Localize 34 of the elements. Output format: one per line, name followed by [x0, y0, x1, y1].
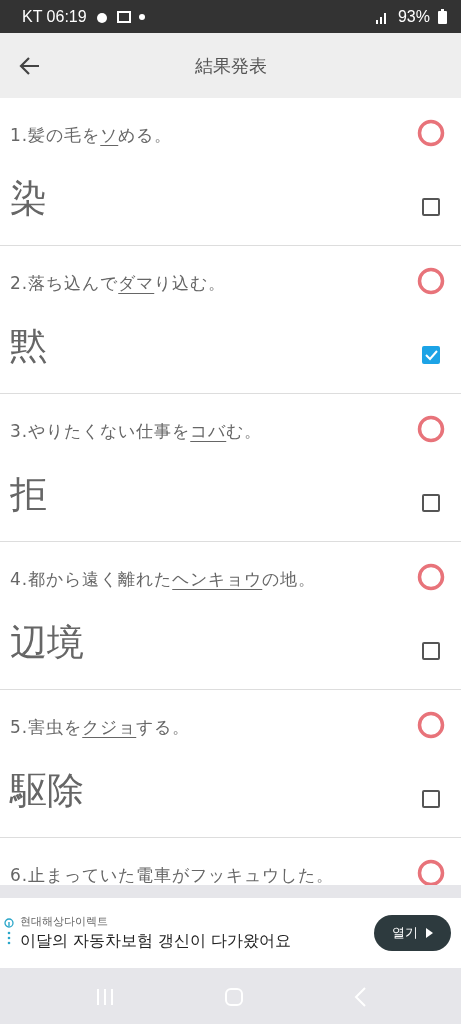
circle-mark-icon	[417, 415, 445, 443]
circle-mark-icon	[417, 859, 445, 885]
answer-text: 拒	[10, 472, 48, 518]
battery-icon	[438, 9, 447, 24]
open-button[interactable]: 열기	[374, 915, 451, 951]
checkbox[interactable]	[422, 642, 440, 660]
checkbox[interactable]	[422, 346, 440, 364]
circle-mark-icon	[417, 711, 445, 739]
play-triangle-icon	[426, 928, 433, 938]
question-text: 4.都から遠く離れたヘンキョウの地。	[10, 567, 318, 591]
checkbox[interactable]	[422, 790, 440, 808]
answer-text: 黙	[10, 324, 48, 370]
battery-percent: 93%	[397, 7, 430, 26]
question-text: 1.髪の毛を ソめる。	[10, 123, 174, 147]
dot-icon	[138, 13, 145, 20]
checkbox[interactable]	[422, 198, 440, 216]
carrier-time: KT 06:19	[22, 7, 87, 26]
question-text: 3.やりたくない仕事を コバむ。	[10, 419, 264, 443]
back-arrow-icon	[19, 56, 41, 76]
ad-banner[interactable]: 현대해상다이렉트 이달의 자동차보험 갱신이 다가왔어요 열기	[0, 898, 461, 968]
question-text: 2.落ち込んでダマ り込む。	[10, 271, 228, 295]
calendar-icon	[116, 10, 131, 23]
answer-text: 駆除	[10, 768, 85, 814]
ad-advertiser: 현대해상다이렉트	[20, 914, 109, 929]
question-text: 5.害虫を クジョ する。	[10, 715, 192, 739]
answer-text: 辺境	[10, 620, 85, 666]
checkbox[interactable]	[422, 494, 440, 512]
ad-headline: 이달의 자동차보험 갱신이 다가왔어요	[20, 931, 293, 952]
question-text: 6.止まっていた電車がフッキュウ した。	[10, 863, 336, 885]
circle-mark-icon	[417, 267, 445, 295]
screen-title: 結果発表	[194, 53, 267, 78]
circle-mark-icon	[417, 119, 445, 147]
answer-text: 染	[10, 176, 48, 222]
circle-mark-icon	[417, 563, 445, 591]
